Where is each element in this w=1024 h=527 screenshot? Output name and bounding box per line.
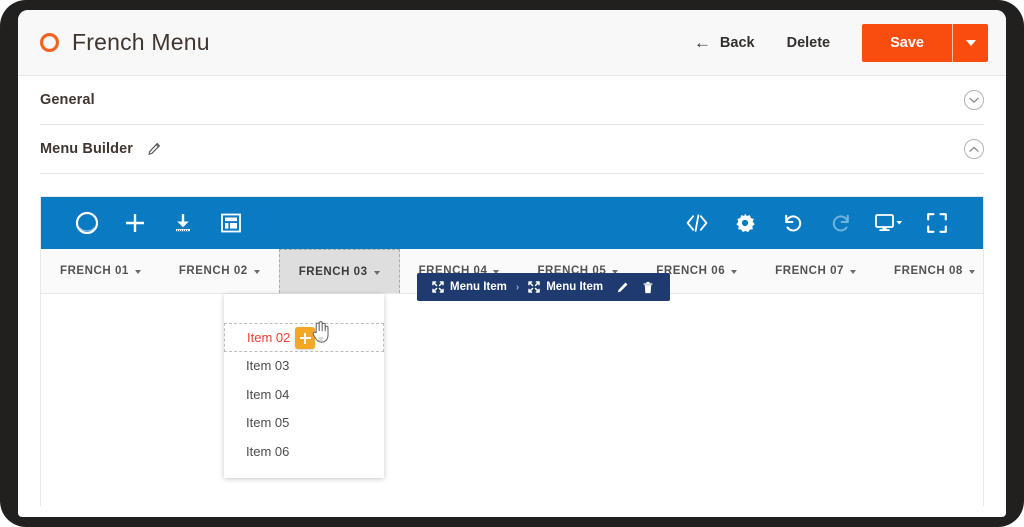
chevron-down-icon <box>850 270 857 274</box>
submenu-item-label: Item 04 <box>246 386 290 402</box>
page-header: French Menu ← Back Delete Save <box>18 10 1006 76</box>
brand-block: French Menu <box>40 29 678 56</box>
code-icon[interactable] <box>673 197 721 249</box>
save-button-group: Save <box>862 23 988 62</box>
tab-french-07[interactable]: FRENCH 07 <box>756 249 875 293</box>
delete-button-label: Delete <box>786 34 831 51</box>
chevron-down-icon <box>253 270 260 274</box>
tab-label: FRENCH 01 <box>60 265 129 277</box>
element-toolbar-parent[interactable]: Menu Item <box>427 281 512 293</box>
add-icon[interactable] <box>111 197 159 249</box>
builder-canvas: Menu Item › Menu Item Item 02 Item 03 It… <box>41 273 983 506</box>
submenu-item-label: Item 03 <box>246 358 290 374</box>
builder-toolbar <box>41 197 983 249</box>
delete-button[interactable]: Delete <box>771 35 847 51</box>
submenu-item-03[interactable]: Item 03 <box>224 352 384 381</box>
import-icon[interactable] <box>159 197 207 249</box>
viewport-icon[interactable] <box>865 197 913 249</box>
tab-french-08[interactable]: FRENCH 08 <box>875 249 994 293</box>
gear-icon[interactable] <box>721 197 769 249</box>
section-general-title: General <box>40 92 95 108</box>
builder-toolbar-right <box>673 197 961 249</box>
tab-french-02[interactable]: FRENCH 02 <box>160 249 279 293</box>
magento-ring-logo-icon <box>40 33 59 52</box>
device-bezel: French Menu ← Back Delete Save General M… <box>0 0 1024 527</box>
chevron-down-icon <box>731 270 738 274</box>
back-button[interactable]: ← Back <box>678 34 771 51</box>
submenu-item-label: Item 02 <box>247 329 291 345</box>
pencil-icon[interactable] <box>610 275 634 299</box>
chevron-down-icon <box>373 270 380 275</box>
element-toolbar-child[interactable]: Menu Item <box>523 281 608 293</box>
tab-french-03[interactable]: FRENCH 03 <box>278 249 400 293</box>
save-dropdown-toggle[interactable] <box>952 23 988 62</box>
chevron-down-icon <box>965 39 976 46</box>
undo-icon[interactable] <box>769 197 817 249</box>
tab-french-01[interactable]: FRENCH 01 <box>41 249 160 293</box>
chevron-down-icon <box>134 270 141 274</box>
tab-label: FRENCH 02 <box>178 265 248 277</box>
section-menu-builder[interactable]: Menu Builder <box>40 125 984 174</box>
move-icon <box>528 281 540 293</box>
page-title: French Menu <box>72 29 210 55</box>
pencil-icon[interactable] <box>147 142 161 156</box>
submenu-item-04[interactable]: Item 04 <box>224 380 384 409</box>
element-toolbar-parent-label: Menu Item <box>450 281 507 293</box>
submenu-dropdown-panel: Menu Item › Menu Item Item 02 Item 03 It… <box>224 273 671 478</box>
device-screen: French Menu ← Back Delete Save General M… <box>18 10 1006 517</box>
page-builder: FRENCH 01 FRENCH 02 FRENCH 03 FRENCH 04 … <box>40 196 984 506</box>
tab-label: FRENCH 08 <box>894 265 963 277</box>
chevron-down-circle-icon[interactable] <box>964 90 984 110</box>
element-toolbar: Menu Item › Menu Item <box>417 273 671 301</box>
submenu-item-06[interactable]: Item 06 <box>224 437 384 466</box>
chevron-up-circle-icon[interactable] <box>964 139 984 159</box>
move-icon <box>432 281 444 293</box>
back-button-label: Back <box>719 34 755 51</box>
submenu-item-label: Item 06 <box>246 443 290 459</box>
tab-label: FRENCH 03 <box>298 265 368 278</box>
tab-label: FRENCH 07 <box>775 265 845 277</box>
redo-icon <box>817 197 865 249</box>
trash-icon[interactable] <box>636 275 660 299</box>
templates-icon[interactable] <box>207 197 255 249</box>
submenu-item-05[interactable]: Item 05 <box>224 409 384 438</box>
builder-toolbar-left <box>63 197 255 249</box>
save-button[interactable]: Save <box>862 23 952 62</box>
fullscreen-icon[interactable] <box>913 197 961 249</box>
element-toolbar-child-label: Menu Item <box>546 281 604 293</box>
section-general[interactable]: General <box>40 76 984 125</box>
chevron-down-icon <box>968 270 975 274</box>
logo-ring-icon[interactable] <box>63 197 111 249</box>
breadcrumb-separator: › <box>515 281 520 293</box>
section-menu-builder-title: Menu Builder <box>40 141 134 157</box>
arrow-left-icon: ← <box>693 33 711 52</box>
add-item-badge-button[interactable] <box>295 327 315 349</box>
header-actions: ← Back Delete Save <box>678 23 988 62</box>
submenu-item-label: Item 05 <box>246 415 290 431</box>
